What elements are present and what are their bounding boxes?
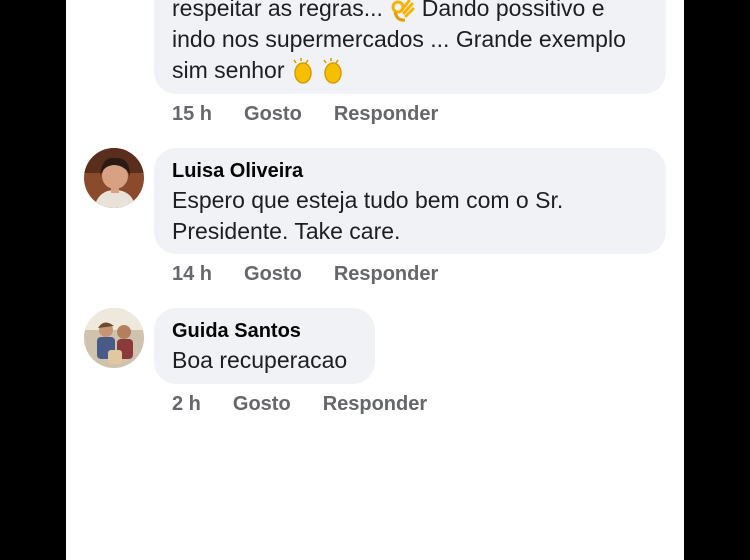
- comment-bubble: Guida Santos Boa recuperacao: [154, 308, 375, 384]
- reply-button[interactable]: Responder: [334, 263, 438, 286]
- comment-bubble: Luisa Oliveira Espero que esteja tudo be…: [154, 148, 666, 254]
- comment-timestamp: 2 h: [172, 393, 201, 415]
- like-button[interactable]: Gosto: [244, 263, 302, 286]
- comment-actions: 14 h Gosto Responder: [172, 263, 470, 286]
- avatar[interactable]: [84, 308, 144, 368]
- comment-author[interactable]: Guida Santos: [172, 318, 357, 344]
- clapping-hands-emoji: [323, 57, 342, 84]
- comment-timestamp: 15 h: [172, 103, 213, 125]
- comment-text-line: Boa recuperacao: [172, 347, 348, 373]
- comment-author[interactable]: Luisa Oliveira: [172, 158, 648, 184]
- ok-hand-emoji: [391, 0, 415, 22]
- clapping-hands-emoji: [293, 57, 312, 84]
- profile-photo: [84, 148, 144, 208]
- comment-text: Boa recuperacao: [172, 345, 357, 376]
- avatar[interactable]: [84, 148, 144, 208]
- comment-text-line: indo nos supermercados ... Grande exempl…: [172, 26, 626, 52]
- comment-text: respeitar as regras... Dando possitivo e…: [172, 0, 648, 86]
- comment-actions: 15 h Gosto Responder: [172, 103, 470, 126]
- profile-photo: [84, 308, 144, 368]
- text-segment: respeitar as regras...: [172, 0, 390, 21]
- comment-text-line: sim senhor: [172, 55, 648, 86]
- comment-text-line: respeitar as regras... Dando possitivo e: [172, 0, 648, 24]
- like-button[interactable]: Gosto: [233, 393, 291, 416]
- comment-timestamp: 14 h: [172, 263, 213, 285]
- comment-bubble: respeitar as regras... Dando possitivo e…: [154, 0, 666, 94]
- reply-button[interactable]: Responder: [323, 393, 427, 416]
- comment-text-line: Espero que esteja tudo bem com o Sr.: [172, 187, 564, 213]
- comment-actions: 2 h Gosto Responder: [172, 393, 459, 416]
- reply-button[interactable]: Responder: [334, 103, 438, 126]
- text-segment: sim senhor: [172, 57, 291, 83]
- comment-text: Espero que esteja tudo bem com o Sr. Pre…: [172, 185, 648, 247]
- text-segment: Dando possitivo e: [415, 0, 605, 21]
- comment-text-line: Presidente. Take care.: [172, 218, 401, 244]
- comments-panel: respeitar as regras... Dando possitivo e…: [66, 0, 684, 560]
- like-button[interactable]: Gosto: [244, 103, 302, 126]
